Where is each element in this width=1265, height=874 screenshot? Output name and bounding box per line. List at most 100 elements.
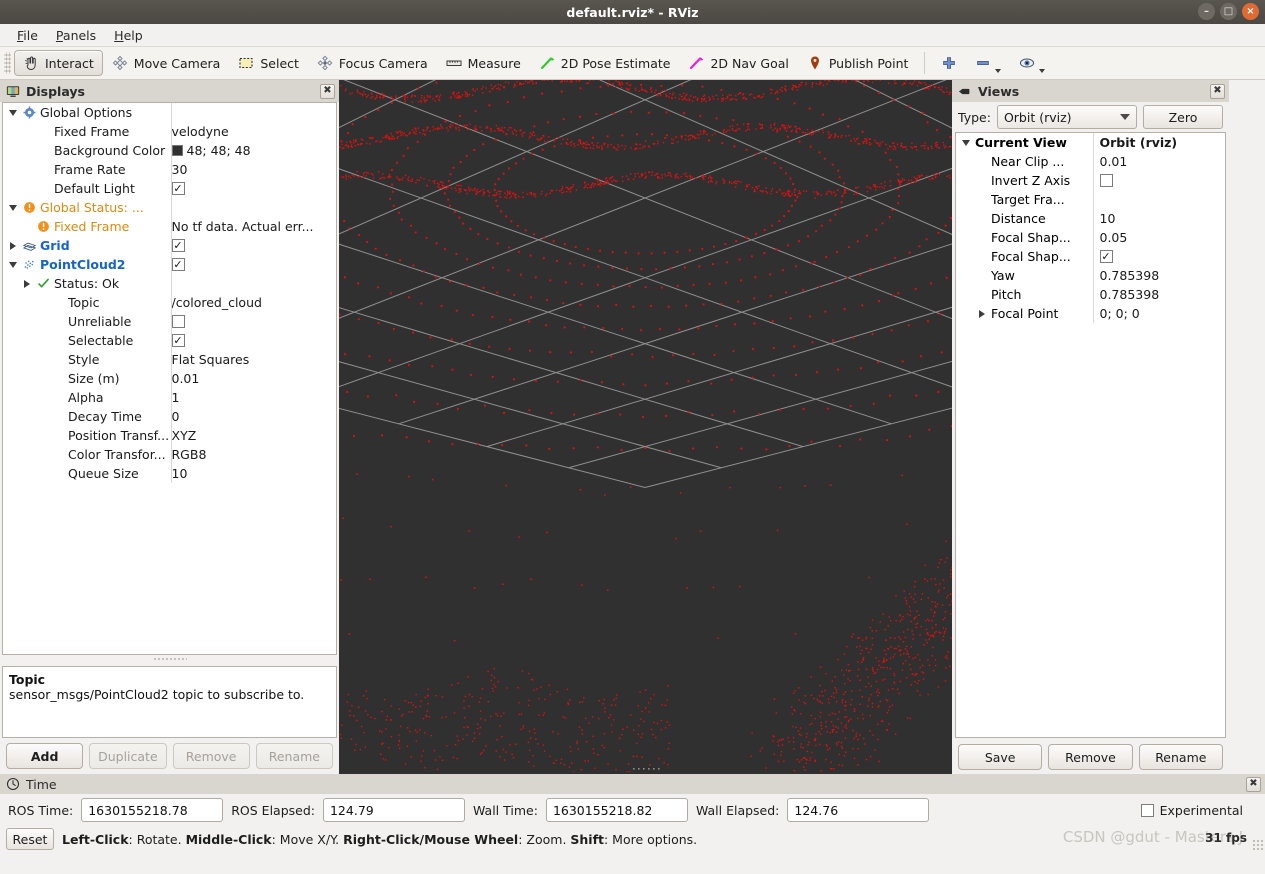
row-value-cell[interactable]: Flat Squares [171,350,336,369]
row-value-cell[interactable]: 0 [171,407,336,426]
displays-tree-row[interactable]: Default Light ✓ [3,179,336,198]
color-swatch[interactable] [171,145,183,156]
displays-tree-row[interactable]: Size (m) 0.01 [3,369,336,388]
tree-twisty-expanded[interactable] [7,204,18,211]
time-close-icon[interactable]: ✖ [1246,776,1261,792]
row-checkbox-checked[interactable]: ✓ [171,182,185,195]
displays-tree-row[interactable]: Style Flat Squares [3,350,336,369]
row-value-cell[interactable]: 0.01 [171,369,336,388]
tree-twisty-expanded[interactable] [960,139,971,146]
tool-select[interactable]: Select [229,50,308,76]
row-value-cell[interactable] [171,312,336,331]
views-tree-row[interactable]: Distance 10 [956,209,1225,228]
ros-elapsed-field[interactable]: 124.79 [322,798,465,822]
displays-tree-row[interactable]: PointCloud2 ✓ [3,255,336,274]
row-value-cell[interactable]: 10 [171,464,336,483]
views-row-value-cell[interactable] [1093,190,1225,209]
row-value-cell[interactable]: No tf data. Actual err... [171,217,336,236]
visibility-tool-button[interactable] [1010,50,1054,76]
views-tree-row[interactable]: Current View Orbit (rviz) [956,133,1225,152]
displays-tree-row[interactable]: Status: Ok [3,274,336,293]
displays-tree-row[interactable]: Position Transf... XYZ [3,426,336,445]
add-button[interactable]: Add [6,743,84,769]
row-value-cell[interactable] [171,198,336,217]
viewport-bottom-grip[interactable] [633,768,660,770]
row-value-cell[interactable]: 30 [171,160,336,179]
add-tool-button[interactable] [932,50,966,76]
displays-tree-row[interactable]: Fixed Frame velodyne [3,122,336,141]
displays-property-tree[interactable]: Global Options Fixed Frame velodyne Backgro… [2,102,337,655]
close-button[interactable]: × [1242,3,1259,20]
displays-tree-row[interactable]: Selectable ✓ [3,331,336,350]
row-value-cell[interactable]: 48; 48; 48 [171,141,336,160]
views-row-value-cell[interactable]: ✓ [1093,247,1225,266]
row-value-cell[interactable] [171,103,336,122]
row-checkbox-checked[interactable]: ✓ [171,258,185,271]
views-row-value-cell[interactable]: 0.01 [1093,152,1225,171]
displays-tree-row[interactable]: Frame Rate 30 [3,160,336,179]
rename-button[interactable]: Rename [255,743,333,769]
views-row-value-cell[interactable]: 10 [1093,209,1225,228]
views-tree-row[interactable]: Invert Z Axis [956,171,1225,190]
row-value-cell[interactable]: 1 [171,388,336,407]
displays-tree-row[interactable]: Fixed Frame No tf data. Actual err... [3,217,336,236]
row-value-cell[interactable]: ✓ [171,255,336,274]
tool-publish-point[interactable]: Publish Point [798,50,918,76]
row-checkbox-checked[interactable]: ✓ [1099,250,1113,263]
row-value-cell[interactable]: ✓ [171,331,336,350]
displays-tree-row[interactable]: Topic/colored_cloud [3,293,336,312]
views-tree-row[interactable]: Pitch 0.785398 [956,285,1225,304]
tree-twisty-collapsed[interactable] [7,241,18,250]
row-checkbox-unchecked[interactable] [171,315,185,328]
zero-button[interactable]: Zero [1143,105,1223,129]
reset-button[interactable]: Reset [6,828,54,850]
menu-panels[interactable]: Panels [47,26,105,45]
remove-tool-button[interactable] [966,50,1010,76]
displays-tree-row[interactable]: Grid ✓ [3,236,336,255]
experimental-checkbox[interactable] [1140,803,1154,817]
views-row-value-cell[interactable]: 0.785398 [1093,266,1225,285]
save-view-button[interactable]: Save [958,744,1043,770]
views-property-tree[interactable]: Current View Orbit (rviz) Near Clip ... 0.0… [955,132,1226,738]
views-tree-row[interactable]: Focal Point 0; 0; 0 [956,304,1225,323]
displays-tree-row[interactable]: Global Options [3,103,336,122]
tool-focus-camera[interactable]: Focus Camera [308,50,437,76]
experimental-toggle[interactable]: Experimental [1140,803,1257,818]
views-tree-row[interactable]: Focal Shap... 0.05 [956,228,1225,247]
tool-move-camera[interactable]: Move Camera [103,50,230,76]
views-tree-row[interactable]: Near Clip ... 0.01 [956,152,1225,171]
tool-measure[interactable]: Measure [437,50,530,76]
maximize-button[interactable]: □ [1220,3,1237,20]
rename-view-button[interactable]: Rename [1138,744,1223,770]
wall-time-field[interactable]: 1630155218.82 [545,798,688,822]
tool-2d-nav-goal[interactable]: 2D Nav Goal [679,50,797,76]
row-value-cell[interactable]: ✓ [171,179,336,198]
tree-twisty-collapsed[interactable] [21,279,32,288]
row-value-cell[interactable]: velodyne [171,122,336,141]
chevron-down-icon-2[interactable] [1039,69,1046,73]
views-tree-row[interactable]: Yaw 0.785398 [956,266,1225,285]
row-checkbox-checked[interactable]: ✓ [171,239,185,252]
menu-file[interactable]: File [8,26,47,45]
chevron-down-icon[interactable] [995,69,1002,73]
displays-tree-row[interactable]: Queue Size 10 [3,464,336,483]
window-resize-grip[interactable] [1252,839,1263,850]
view-type-dropdown[interactable]: Orbit (rviz) [996,105,1137,129]
views-close-icon[interactable]: ✖ [1210,83,1225,99]
3d-render-view[interactable] [339,80,952,774]
remove-button[interactable]: Remove [172,743,250,769]
views-row-value-cell[interactable]: 0; 0; 0 [1093,304,1225,323]
displays-close-icon[interactable]: ✖ [320,83,335,99]
tree-twisty-expanded[interactable] [7,109,18,116]
row-value-cell[interactable]: RGB8 [171,445,336,464]
tool-interact[interactable]: Interact [14,50,103,76]
views-row-value-cell[interactable]: Orbit (rviz) [1093,133,1225,152]
row-value-cell[interactable] [171,274,336,293]
displays-splitter[interactable] [0,655,339,662]
row-checkbox-checked[interactable]: ✓ [171,334,185,347]
wall-elapsed-field[interactable]: 124.76 [787,798,930,822]
menu-help[interactable]: Help [105,26,152,45]
displays-tree-row[interactable]: Color Transfor... RGB8 [3,445,336,464]
row-value-cell[interactable]: ✓ [171,236,336,255]
tool-2d-pose-estimate[interactable]: 2D Pose Estimate [530,50,680,76]
